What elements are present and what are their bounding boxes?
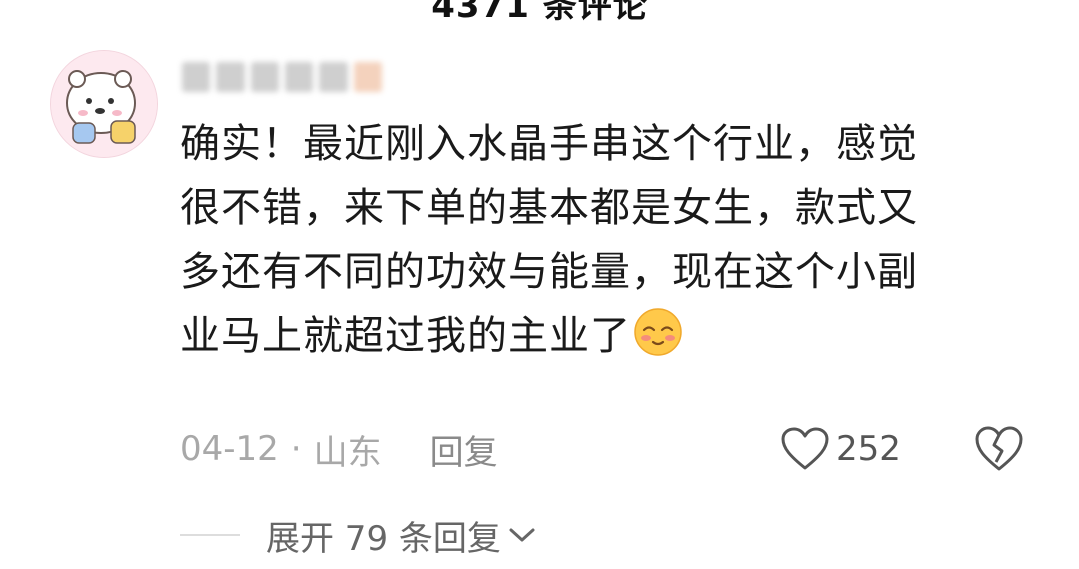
username-blurred[interactable] <box>182 58 382 96</box>
broken-heart-icon <box>975 426 1023 471</box>
meta-separator: · <box>290 429 302 469</box>
expand-replies-label: 展开 79 条回复 <box>266 518 501 559</box>
expand-replies-button[interactable]: 展开 79 条回复 <box>180 510 537 560</box>
comment-line: 业马上就超过我的主业了 <box>180 304 1040 368</box>
comment-meta: 04-12 · 山东 回复 <box>180 424 498 474</box>
comment-line-text: 业马上就超过我的主业了 <box>180 313 631 359</box>
divider-line <box>180 534 240 536</box>
comment-line: 很不错，来下单的基本都是女生，款式又 <box>180 185 918 231</box>
comment-line: 确实！最近刚入水晶手串这个行业，感觉 <box>180 121 918 167</box>
chevron-down-icon <box>509 528 535 542</box>
dislike-button[interactable] <box>973 424 1025 474</box>
comment-line: 多还有不同的功效与能量，现在这个小副 <box>180 249 918 295</box>
like-count: 252 <box>836 429 901 469</box>
shy-smile-emoji-icon <box>634 308 682 356</box>
reply-button[interactable]: 回复 <box>430 425 498 474</box>
comment-location: 山东 <box>313 432 382 473</box>
heart-icon <box>781 427 829 470</box>
comments-count-title: 4371 条评论 <box>431 0 648 26</box>
comment-text: 确实！最近刚入水晶手串这个行业，感觉 很不错，来下单的基本都是女生，款式又 多还… <box>180 112 1040 368</box>
like-button[interactable]: 252 <box>780 422 901 476</box>
avatar[interactable] <box>50 50 158 158</box>
bear-avatar-icon <box>51 51 157 157</box>
comment-date: 04-12 <box>180 429 279 469</box>
